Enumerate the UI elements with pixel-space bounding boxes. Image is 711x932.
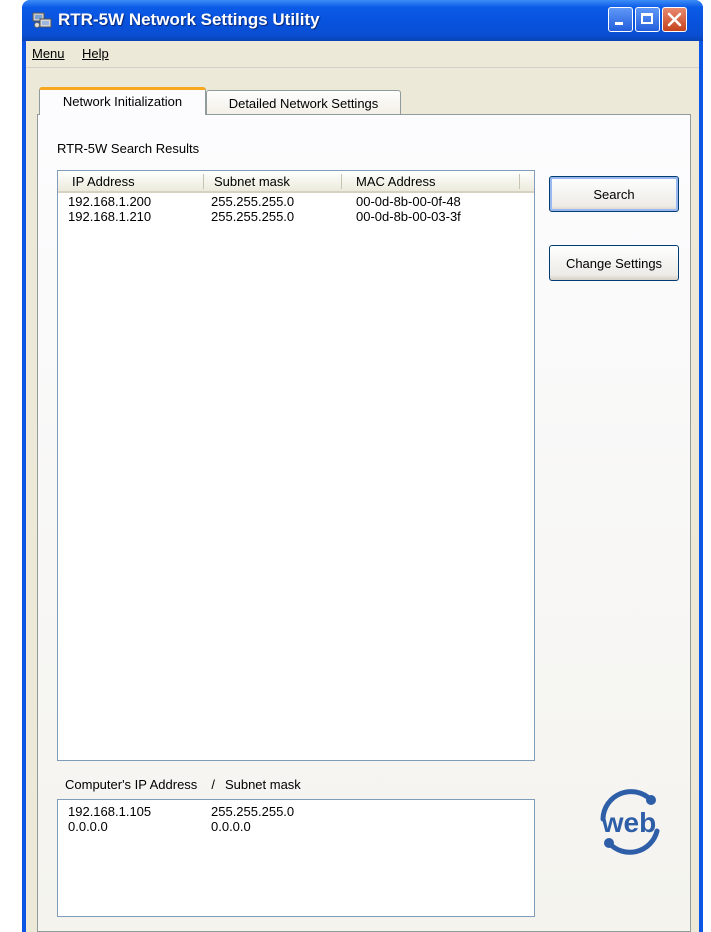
computer-ip: 0.0.0.0 <box>68 819 108 834</box>
search-button[interactable]: Search <box>549 176 679 212</box>
column-header-ip-address[interactable]: IP Address <box>72 174 135 189</box>
close-button[interactable] <box>662 7 687 32</box>
row-subnet: 255.255.255.0 <box>211 194 295 209</box>
column-header-mac-address[interactable]: MAC Address <box>356 174 435 189</box>
computer-ip-label: Computer's IP Address <box>65 777 198 792</box>
maximize-icon <box>641 13 653 24</box>
computer-address-label: Computer's IP Address / Subnet mask <box>65 777 301 792</box>
row-subnet: 255.255.255.0 <box>211 209 295 224</box>
computer-subnet: 255.255.255.0 <box>211 804 295 819</box>
row-mac: 00-0d-8b-00-0f-48 <box>356 194 461 209</box>
web-logo-text: web <box>601 807 656 838</box>
column-header-subnet-mask[interactable]: Subnet mask <box>214 174 290 189</box>
menu-bar: Menu Help <box>26 41 699 68</box>
menu-label: Menu <box>32 46 65 61</box>
maximize-button[interactable] <box>635 7 660 32</box>
row-ip: 192.168.1.210 <box>68 209 152 224</box>
network-app-icon <box>32 12 52 28</box>
title-bar[interactable]: RTR-5W Network Settings Utility <box>22 0 703 41</box>
menu-item-menu[interactable]: Menu <box>32 46 65 61</box>
label-separator: / <box>211 777 215 792</box>
row-ip: 192.168.1.200 <box>68 194 152 209</box>
change-settings-button[interactable]: Change Settings <box>549 245 679 281</box>
tab-detailed-network-settings[interactable]: Detailed Network Settings <box>206 90 401 115</box>
web-logo: web <box>600 789 660 855</box>
column-divider[interactable] <box>203 174 204 189</box>
list-header: IP Address Subnet mask MAC Address <box>58 171 534 193</box>
search-results-list[interactable]: IP Address Subnet mask MAC Address 192.1… <box>57 170 535 761</box>
network-initialization-panel: RTR-5W Search Results IP Address Subnet … <box>37 114 691 932</box>
computer-subnet-label: Subnet mask <box>224 777 301 792</box>
column-divider[interactable] <box>341 174 342 189</box>
client-area: Menu Help Network Initialization Detaile… <box>26 41 699 932</box>
window-title: RTR-5W Network Settings Utility <box>58 10 320 29</box>
computer-ip: 192.168.1.105 <box>68 804 152 819</box>
menu-item-help[interactable]: Help <box>82 46 109 61</box>
search-results-label: RTR-5W Search Results <box>57 141 200 156</box>
close-icon <box>667 12 682 27</box>
minimize-button[interactable] <box>608 7 633 32</box>
column-divider[interactable] <box>519 174 520 189</box>
row-mac: 00-0d-8b-00-03-3f <box>356 209 461 224</box>
computer-address-list[interactable]: 192.168.1.105 255.255.255.0 0.0.0.0 0.0.… <box>57 799 535 917</box>
minimize-icon <box>615 22 623 25</box>
tab-network-initialization[interactable]: Network Initialization <box>39 87 206 115</box>
help-label: Help <box>82 46 109 61</box>
computer-subnet: 0.0.0.0 <box>211 819 251 834</box>
app-window: RTR-5W Network Settings Utility Menu Hel… <box>22 0 703 932</box>
